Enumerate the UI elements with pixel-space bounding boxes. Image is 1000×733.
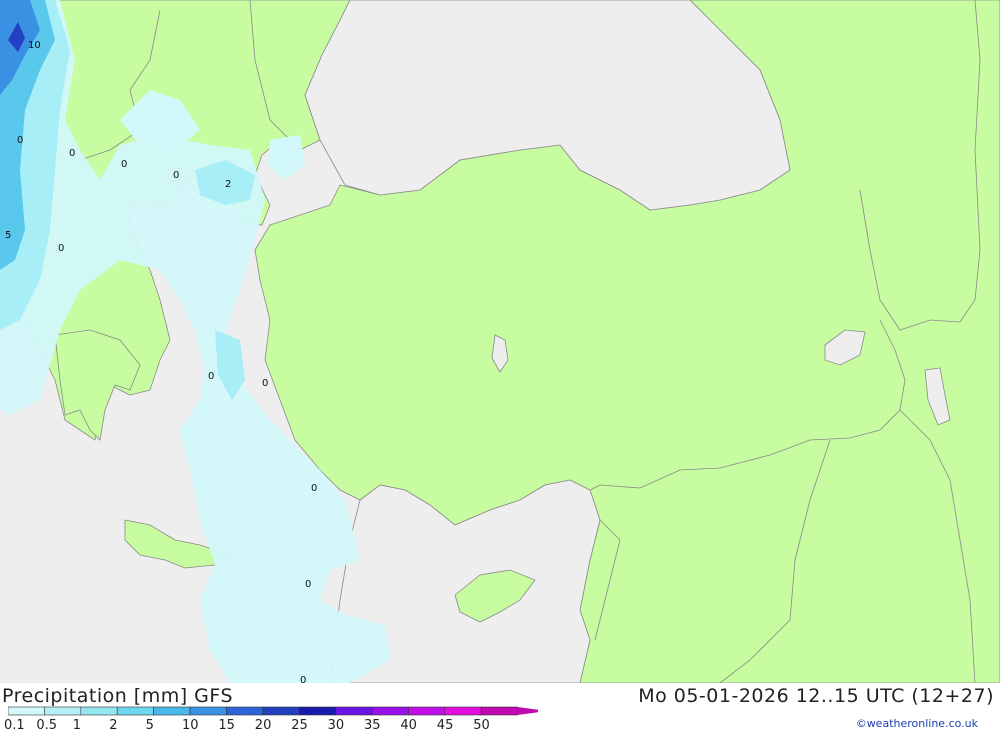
legend-swatch <box>80 706 118 716</box>
legend-swatch <box>44 706 82 716</box>
legend-label: 0.1 <box>4 718 25 733</box>
contour-label: 0 <box>121 159 127 170</box>
precipitation-map: 10 0 0 0 0 2 5 0 0 0 0 0 0 <box>0 0 1000 686</box>
legend-arrow <box>517 707 538 715</box>
contour-label: 0 <box>173 170 179 181</box>
legend-swatch <box>262 706 300 716</box>
contour-label: 2 <box>225 179 231 190</box>
legend-label: 30 <box>327 718 345 733</box>
contour-label: 5 <box>5 230 11 241</box>
forecast-time: Mo 05-01-2026 12..15 UTC (12+27) <box>638 685 994 707</box>
legend-label: 0.5 <box>36 718 58 733</box>
legend-swatch <box>116 706 154 716</box>
legend-swatch <box>153 706 191 716</box>
legend-label: 40 <box>400 718 417 733</box>
legend-swatch <box>298 706 336 716</box>
legend-swatch <box>408 706 446 716</box>
legend-swatch <box>335 706 373 716</box>
legend-swatch <box>189 706 227 716</box>
contour-label: 0 <box>300 675 306 683</box>
legend-label: 5 <box>145 718 154 733</box>
legend-label: 35 <box>364 718 381 733</box>
legend-swatch <box>480 706 518 716</box>
legend-label: 10 <box>182 718 199 733</box>
contour-label: 0 <box>17 135 23 146</box>
contour-label: 0 <box>208 371 214 382</box>
contour-label: 10 <box>28 40 41 51</box>
contour-label: 0 <box>58 243 64 254</box>
legend-swatch <box>226 706 264 716</box>
legend-swatch <box>444 706 482 716</box>
credit-link[interactable]: ©weatheronline.co.uk <box>856 717 978 730</box>
legend-label: 25 <box>291 718 308 733</box>
legend-colorbar <box>8 706 538 716</box>
legend-label: 2 <box>109 718 118 733</box>
legend-swatch <box>371 706 409 716</box>
contour-label: 0 <box>305 579 311 590</box>
legend-label: 1 <box>72 718 82 733</box>
contour-label: 0 <box>262 378 268 389</box>
legend-label: 15 <box>218 718 235 733</box>
legend-label: 50 <box>473 718 490 733</box>
map-svg: 10 0 0 0 0 2 5 0 0 0 0 0 0 <box>0 0 1000 686</box>
contour-label: 0 <box>311 483 317 494</box>
legend-label: 20 <box>254 718 272 733</box>
map-footer: Precipitation [mm] GFS Mo 05-01-2026 12.… <box>0 683 1000 733</box>
legend-swatch <box>8 706 45 716</box>
legend-label: 45 <box>436 718 454 733</box>
contour-label: 0 <box>69 148 75 159</box>
map-title: Precipitation [mm] GFS <box>2 685 234 707</box>
